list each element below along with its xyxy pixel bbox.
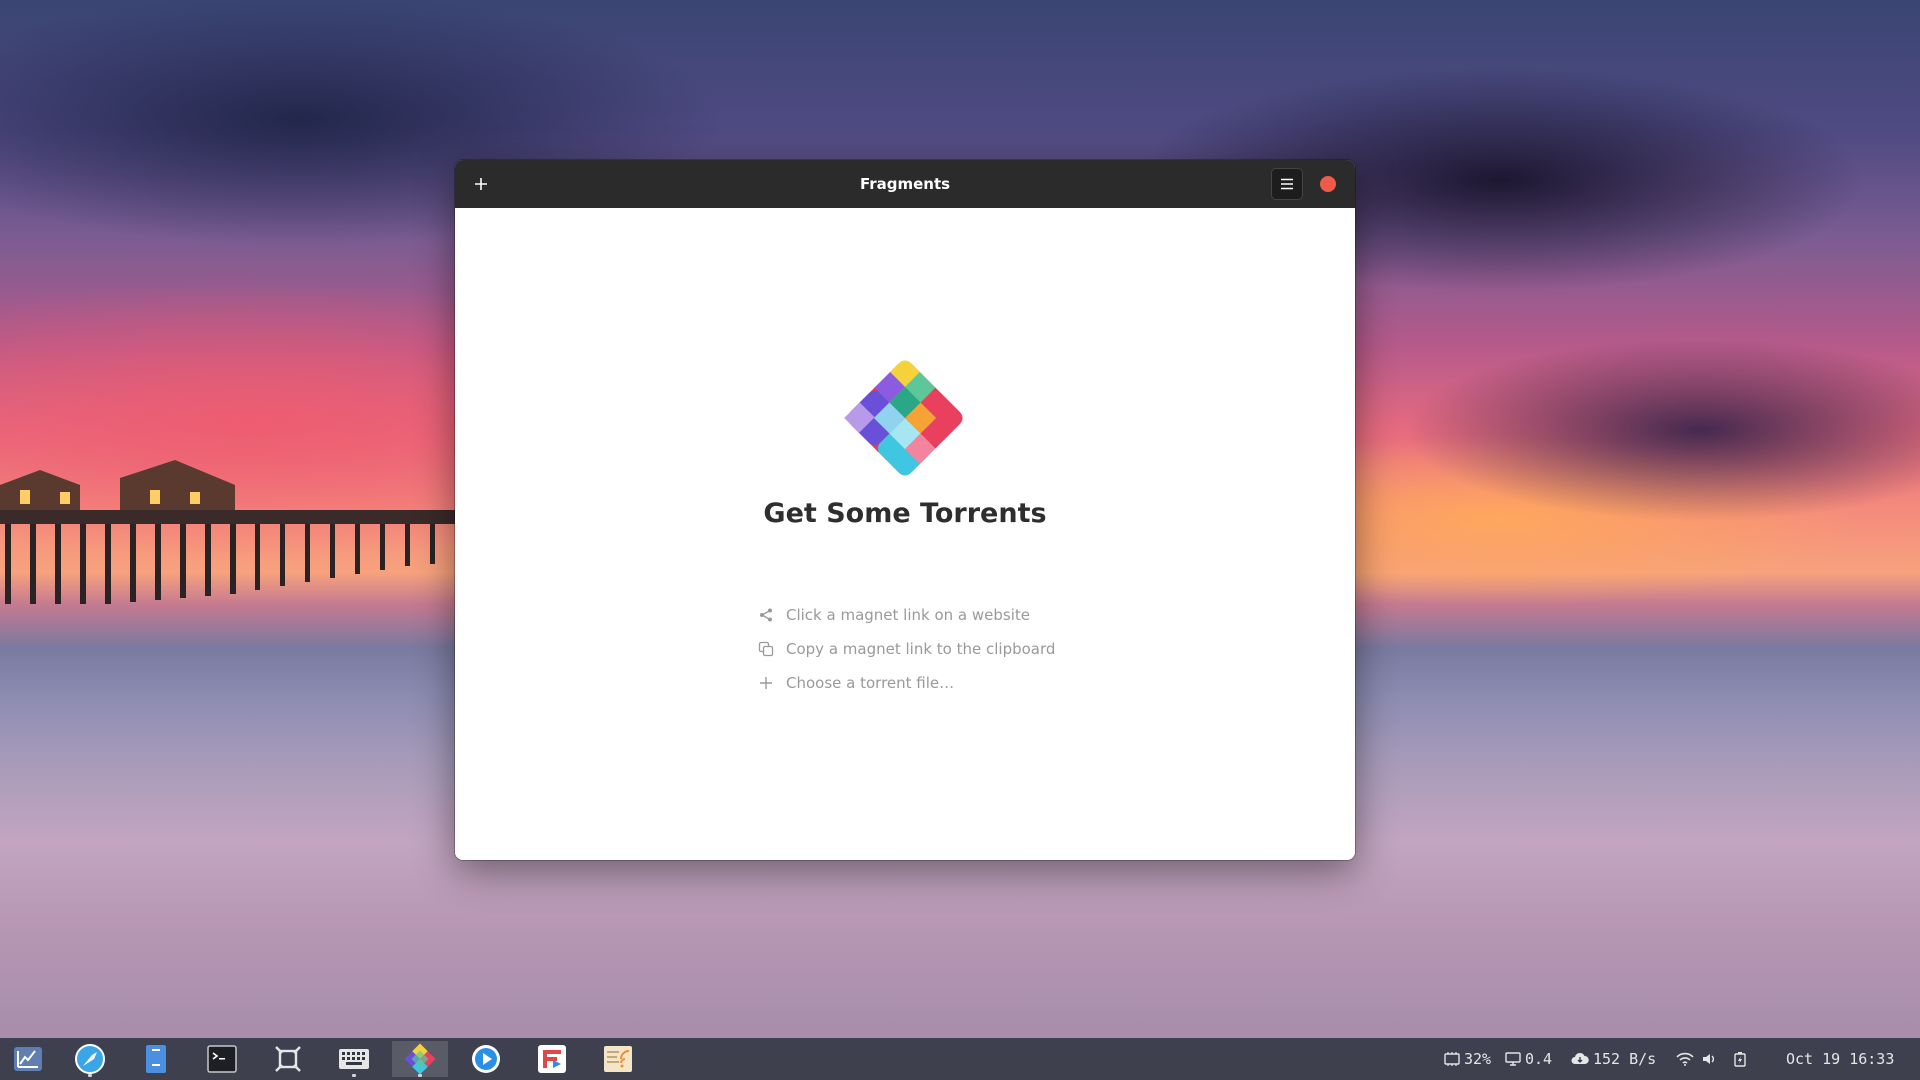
main-menu-button[interactable] (1271, 168, 1303, 200)
volume-icon (1703, 1054, 1714, 1064)
header-bar: Fragments (455, 160, 1355, 208)
empty-state: Get Some Torrents Click a magnet link on… (455, 208, 1355, 860)
media-player-icon (472, 1045, 500, 1073)
load-value: 0.4 (1525, 1050, 1553, 1068)
load-indicator[interactable]: 0.4 (1505, 1038, 1552, 1080)
hint-label: Click a magnet link on a website (786, 606, 1030, 624)
wifi-indicator[interactable] (1676, 1038, 1698, 1080)
battery-indicator[interactable] (1733, 1038, 1751, 1080)
cpu-value: 32% (1464, 1050, 1492, 1068)
close-button[interactable] (1320, 176, 1336, 192)
datetime-value: Oct 19 16:33 (1786, 1050, 1895, 1068)
plus-icon (475, 178, 487, 190)
flathub-icon (538, 1045, 566, 1073)
fragments-icon (404, 1043, 436, 1075)
keyboard-icon (339, 1049, 369, 1069)
fragments-window: Fragments Get Some Torrents Click a magn… (455, 160, 1355, 860)
files-icon (146, 1045, 166, 1073)
share-icon (757, 606, 775, 624)
taskbar-files[interactable] (128, 1041, 184, 1077)
browser-icon (75, 1044, 105, 1074)
wallpaper-pier (0, 460, 460, 604)
app-menu-icon (14, 1047, 42, 1071)
plus-icon (757, 674, 775, 692)
running-indicator (352, 1074, 356, 1077)
clock[interactable]: Oct 19 16:33 (1786, 1038, 1894, 1080)
taskbar-feed-reader[interactable] (590, 1041, 646, 1077)
taskbar: 32% 0.4 152 B/s Oct 19 16:33 (0, 1038, 1920, 1080)
battery-charging-icon (1734, 1052, 1746, 1067)
network-value: 152 B/s (1593, 1050, 1657, 1068)
hint-magnet-website: Click a magnet link on a website (757, 604, 1030, 626)
hint-label: Copy a magnet link to the clipboard (786, 640, 1056, 658)
running-indicator (418, 1074, 422, 1077)
taskbar-app-menu[interactable] (0, 1041, 56, 1077)
add-torrent-button[interactable] (467, 170, 495, 198)
monitor-icon (1505, 1052, 1521, 1066)
copy-icon (757, 640, 775, 658)
cpu-icon (1444, 1052, 1460, 1066)
hint-magnet-clipboard: Copy a magnet link to the clipboard (757, 638, 1055, 660)
taskbar-flathub[interactable] (524, 1041, 580, 1077)
running-indicator (88, 1074, 92, 1077)
taskbar-fragments[interactable] (392, 1041, 448, 1077)
hint-choose-file[interactable]: Choose a torrent file… (757, 672, 954, 694)
empty-state-title: Get Some Torrents (763, 498, 1047, 529)
volume-indicator[interactable] (1702, 1038, 1722, 1080)
taskbar-media-player[interactable] (458, 1041, 514, 1077)
taskbar-terminal[interactable] (194, 1041, 250, 1077)
taskbar-browser[interactable] (62, 1041, 118, 1077)
fragments-logo-icon (844, 360, 963, 476)
cloud-download-icon (1571, 1052, 1589, 1064)
taskbar-frame[interactable] (260, 1041, 316, 1077)
wifi-icon (1676, 1052, 1694, 1066)
hint-label: Choose a torrent file… (786, 674, 955, 692)
network-indicator[interactable]: 152 B/s (1571, 1038, 1656, 1080)
feed-reader-icon (604, 1046, 632, 1072)
hamburger-menu-icon (1281, 178, 1293, 190)
cpu-indicator[interactable]: 32% (1444, 1038, 1491, 1080)
window-title: Fragments (859, 175, 951, 193)
terminal-icon (207, 1045, 237, 1073)
frame-icon (275, 1046, 301, 1072)
taskbar-keyboard[interactable] (326, 1041, 382, 1077)
